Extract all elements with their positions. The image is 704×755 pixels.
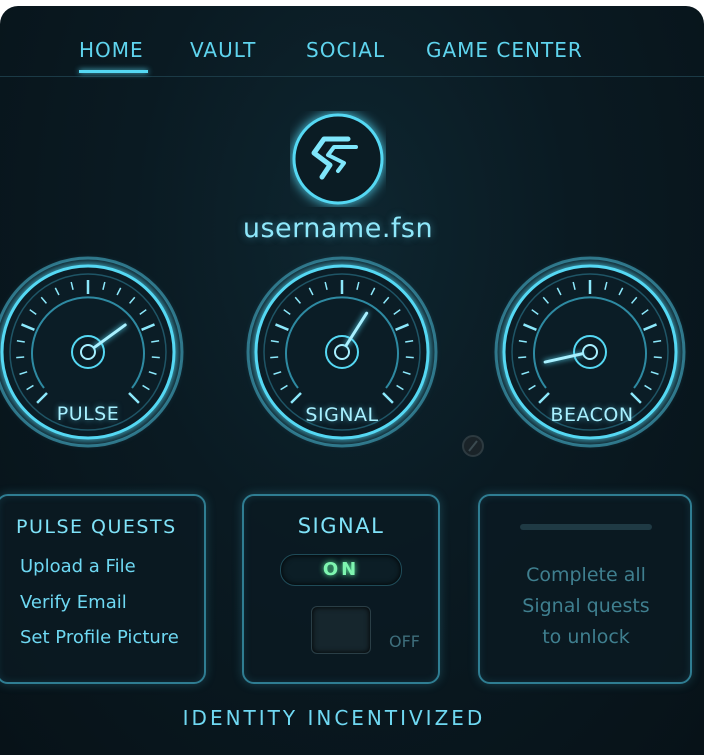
locked-message-line: to unlock bbox=[542, 626, 630, 648]
locked-message-line: Complete all bbox=[526, 564, 646, 586]
nav-vault[interactable]: VAULT bbox=[190, 38, 256, 62]
gauge-tick bbox=[270, 356, 279, 359]
locked-progress-bar bbox=[520, 524, 652, 530]
app-frame: HOME VAULT SOCIAL GAME CENTER username.f… bbox=[0, 6, 704, 755]
nav-social[interactable]: SOCIAL bbox=[306, 38, 385, 62]
pulse-quests-title: PULSE QUESTS bbox=[16, 516, 177, 538]
locked-message-line: Signal quests bbox=[522, 595, 650, 617]
signal-panel: SIGNAL ON OFF bbox=[242, 494, 440, 684]
locked-message: Complete all Signal quests to unlock bbox=[490, 560, 682, 653]
gauge-tick bbox=[151, 356, 160, 359]
quest-item[interactable]: Set Profile Picture bbox=[20, 627, 179, 648]
signal-off-switch[interactable] bbox=[311, 606, 371, 654]
locked-panel: Complete all Signal quests to unlock bbox=[478, 494, 692, 684]
quest-item[interactable]: Verify Email bbox=[20, 592, 127, 613]
gauge-tick bbox=[16, 356, 25, 359]
signal-on-toggle[interactable]: ON bbox=[280, 554, 402, 586]
gauge-hub bbox=[80, 344, 96, 360]
signal-off-label: OFF bbox=[389, 632, 420, 651]
nav-game-center[interactable]: GAME CENTER bbox=[426, 38, 583, 62]
top-nav: HOME VAULT SOCIAL GAME CENTER bbox=[0, 6, 704, 77]
bolt-icon bbox=[462, 435, 484, 457]
beacon-gauge-label: BEACON bbox=[550, 404, 634, 426]
gauge-hub bbox=[582, 344, 598, 360]
nav-home[interactable]: HOME bbox=[79, 38, 144, 62]
gauge-tick bbox=[405, 356, 414, 359]
signal-gauge-label: SIGNAL bbox=[305, 404, 379, 426]
pulse-gauge-label: PULSE bbox=[56, 403, 120, 425]
fsn-chevron-logo-icon bbox=[292, 113, 384, 205]
pulse-quests-panel: PULSE QUESTS Upload a File Verify Email … bbox=[0, 494, 206, 684]
username: username.fsn bbox=[242, 213, 434, 244]
tagline: IDENTITY INCENTIVIZED bbox=[182, 706, 486, 730]
signal-panel-title: SIGNAL bbox=[297, 514, 385, 538]
gauge-hub bbox=[334, 344, 350, 360]
quest-item[interactable]: Upload a File bbox=[20, 556, 136, 577]
nav-active-indicator bbox=[79, 70, 148, 73]
gauge-tick bbox=[653, 356, 662, 359]
gauge-tick bbox=[518, 356, 527, 359]
